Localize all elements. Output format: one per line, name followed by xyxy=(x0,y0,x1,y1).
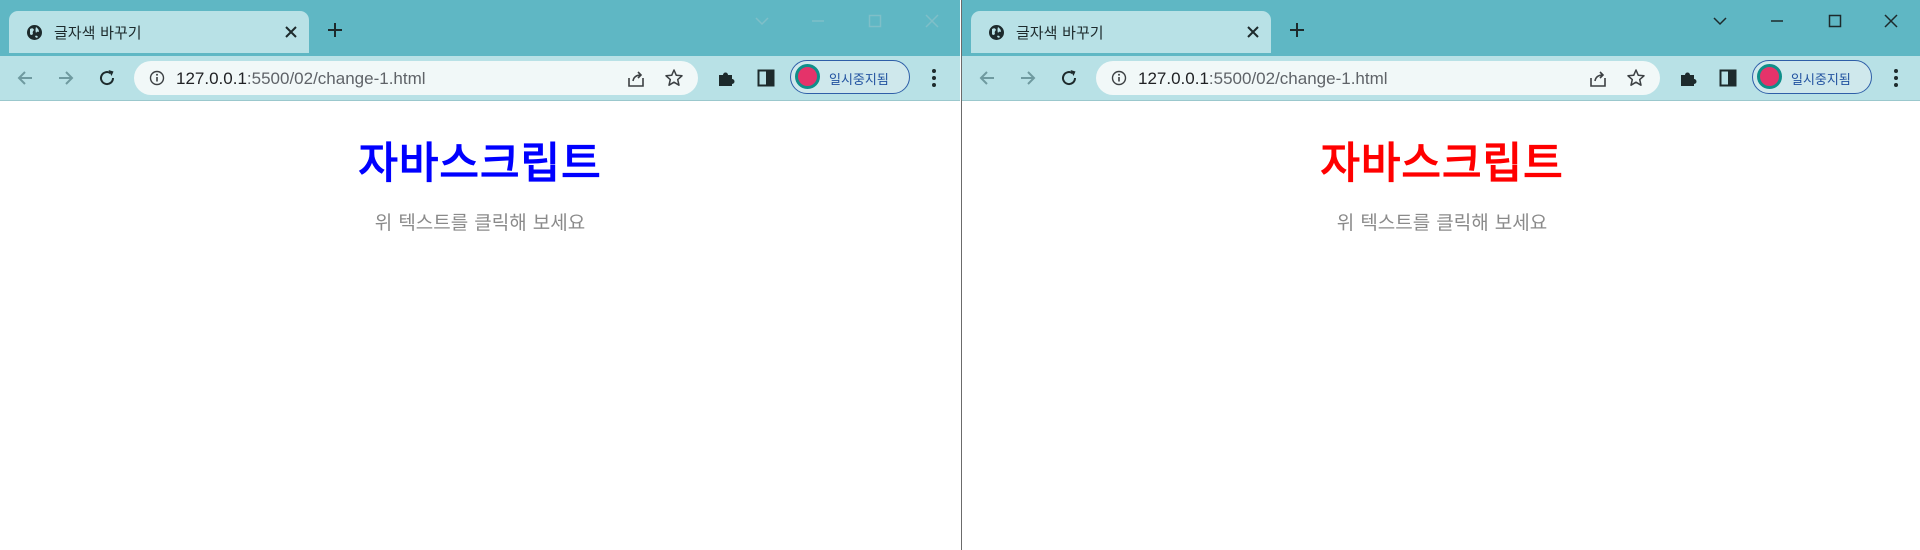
reload-icon[interactable] xyxy=(96,67,118,89)
info-icon[interactable] xyxy=(149,70,165,86)
maximize-icon[interactable] xyxy=(1824,12,1846,30)
close-window-icon[interactable] xyxy=(1880,12,1902,30)
instruction-text: 위 텍스트를 클릭해 보세요 xyxy=(374,212,586,234)
address-bar[interactable]: 127.0.0.1:5500/02/change-1.html xyxy=(134,61,698,95)
profile-status-label: 일시중지됨 xyxy=(829,73,889,88)
globe-icon xyxy=(26,24,43,41)
side-panel-icon[interactable] xyxy=(1717,67,1739,89)
back-arrow-icon[interactable] xyxy=(14,67,36,89)
plus-icon[interactable] xyxy=(1288,21,1306,39)
forward-arrow-icon[interactable] xyxy=(1017,67,1039,89)
url-path: :5500/02/change-1.html xyxy=(246,69,426,88)
profile-button[interactable]: 일시중지됨 xyxy=(790,60,910,94)
browser-window-right: 글자색 바꾸기 127.0.0.1:5500/02/change-1.html … xyxy=(961,0,1920,550)
tab-title: 글자색 바꾸기 xyxy=(1016,24,1104,42)
globe-icon xyxy=(988,24,1005,41)
profile-button[interactable]: 일시중지됨 xyxy=(1752,60,1872,94)
kebab-menu-icon[interactable] xyxy=(1886,67,1906,89)
avatar xyxy=(1757,64,1782,89)
reload-icon[interactable] xyxy=(1058,67,1080,89)
url-text[interactable]: 127.0.0.1:5500/02/change-1.html xyxy=(176,69,426,89)
url-host: 127.0.0.1 xyxy=(1138,69,1209,88)
address-bar[interactable]: 127.0.0.1:5500/02/change-1.html xyxy=(1096,61,1660,95)
info-icon[interactable] xyxy=(1111,70,1127,86)
instruction-text: 위 텍스트를 클릭해 보세요 xyxy=(1336,212,1548,234)
browser-toolbar: 127.0.0.1:5500/02/change-1.html 일시중지됨 xyxy=(962,56,1920,101)
avatar xyxy=(795,64,820,89)
page-content: 자바스크립트 위 텍스트를 클릭해 보세요 xyxy=(0,101,960,550)
chevron-down-icon[interactable] xyxy=(751,12,773,30)
forward-arrow-icon[interactable] xyxy=(55,67,77,89)
puzzle-icon[interactable] xyxy=(1677,67,1699,89)
title-bar: 글자색 바꾸기 xyxy=(962,0,1920,56)
browser-tab[interactable]: 글자색 바꾸기 xyxy=(9,11,309,53)
tab-title: 글자색 바꾸기 xyxy=(54,24,142,42)
puzzle-icon[interactable] xyxy=(715,67,737,89)
browser-window-left: 글자색 바꾸기 127.0.0.1:5500/02/change-1.html … xyxy=(0,0,960,550)
browser-tab[interactable]: 글자색 바꾸기 xyxy=(971,11,1271,53)
close-icon[interactable] xyxy=(283,24,299,40)
page-content: 자바스크립트 위 텍스트를 클릭해 보세요 xyxy=(962,101,1920,550)
star-icon[interactable] xyxy=(1626,68,1646,88)
profile-status-label: 일시중지됨 xyxy=(1791,73,1851,88)
kebab-menu-icon[interactable] xyxy=(924,67,944,89)
page-heading[interactable]: 자바스크립트 xyxy=(962,129,1920,191)
url-text[interactable]: 127.0.0.1:5500/02/change-1.html xyxy=(1138,69,1388,89)
share-icon[interactable] xyxy=(626,69,646,89)
browser-toolbar: 127.0.0.1:5500/02/change-1.html 일시중지됨 xyxy=(0,56,960,101)
share-icon[interactable] xyxy=(1588,69,1608,89)
maximize-icon[interactable] xyxy=(864,12,886,30)
page-heading[interactable]: 자바스크립트 xyxy=(0,129,960,191)
close-icon[interactable] xyxy=(1245,24,1261,40)
side-panel-icon[interactable] xyxy=(755,67,777,89)
chevron-down-icon[interactable] xyxy=(1709,12,1731,30)
title-bar: 글자색 바꾸기 xyxy=(0,0,960,56)
star-icon[interactable] xyxy=(664,68,684,88)
url-host: 127.0.0.1 xyxy=(176,69,247,88)
minimize-icon[interactable] xyxy=(1766,12,1788,30)
url-path: :5500/02/change-1.html xyxy=(1208,69,1388,88)
plus-icon[interactable] xyxy=(326,21,344,39)
back-arrow-icon[interactable] xyxy=(976,67,998,89)
minimize-icon[interactable] xyxy=(807,12,829,30)
close-window-icon[interactable] xyxy=(921,12,943,30)
